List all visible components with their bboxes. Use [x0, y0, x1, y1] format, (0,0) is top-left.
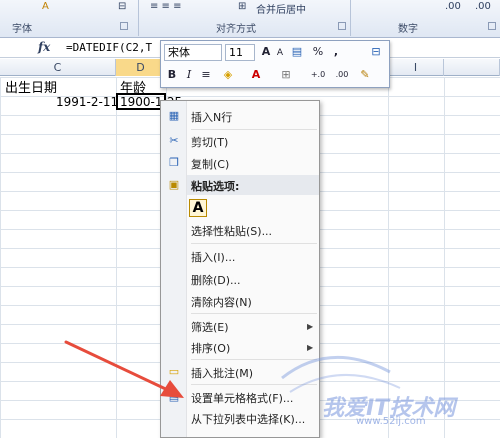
excel-window: A ⊟ ≡ ≡ ≡ ⊞ 合并后居中 .00 .00 字体 对齐方式 数字 fx … — [0, 0, 500, 438]
watermark-swoosh — [281, 355, 401, 393]
watermark-url: www.52ij.com — [356, 416, 426, 427]
